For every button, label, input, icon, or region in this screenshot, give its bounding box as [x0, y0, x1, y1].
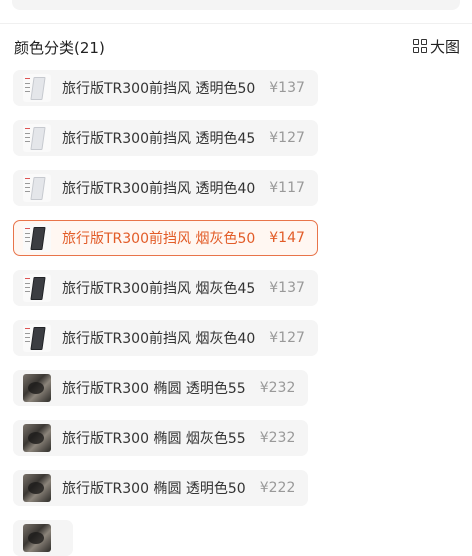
- color-option[interactable]: 旅行版TR300 椭圆 烟灰色55 ¥232: [13, 420, 309, 456]
- option-price: ¥232: [259, 430, 296, 446]
- product-thumbnail: [23, 474, 51, 502]
- product-thumbnail: [23, 424, 51, 452]
- product-thumbnail: [23, 524, 51, 552]
- product-thumbnail: [23, 274, 51, 302]
- color-option[interactable]: 旅行版TR300前挡风 烟灰色40 ¥127: [13, 320, 318, 356]
- color-option[interactable]: 旅行版TR300前挡风 透明色40 ¥117: [13, 170, 318, 206]
- color-option[interactable]: 旅行版TR300前挡风 透明色45 ¥127: [13, 120, 318, 156]
- option-name: 旅行版TR300 椭圆 烟灰色55: [62, 431, 246, 447]
- color-option[interactable]: 旅行版TR300前挡风 烟灰色50 ¥147: [13, 220, 318, 256]
- section-divider: [0, 23, 472, 24]
- option-price: ¥127: [269, 130, 305, 146]
- option-price: ¥137: [269, 80, 305, 96]
- option-price: ¥232: [259, 380, 296, 396]
- big-view-toggle[interactable]: 大图: [412, 35, 460, 57]
- product-thumbnail: [23, 224, 51, 252]
- option-name: 旅行版TR300前挡风 烟灰色40: [62, 331, 256, 347]
- product-thumbnail: [23, 124, 51, 152]
- product-thumbnail: [23, 74, 51, 102]
- partial-color-option[interactable]: [13, 520, 73, 556]
- option-price: ¥147: [269, 230, 305, 246]
- option-name: 旅行版TR300 椭圆 透明色55: [62, 381, 246, 397]
- product-thumbnail: [23, 374, 51, 402]
- section-title: 颜色分类(21): [14, 39, 105, 57]
- option-name: 旅行版TR300前挡风 透明色50: [62, 81, 256, 97]
- option-name: 旅行版TR300前挡风 透明色40: [62, 181, 256, 197]
- option-name: 旅行版TR300前挡风 烟灰色50: [62, 231, 256, 247]
- option-name: 旅行版TR300 椭圆 透明色50: [62, 481, 246, 497]
- option-price: ¥117: [269, 180, 305, 196]
- color-option[interactable]: 旅行版TR300前挡风 透明色50 ¥137: [13, 70, 318, 106]
- previous-section-edge: [12, 0, 460, 10]
- option-price: ¥222: [259, 480, 296, 496]
- grid-icon: [412, 39, 427, 53]
- color-option[interactable]: 旅行版TR300 椭圆 透明色50 ¥222: [13, 470, 309, 506]
- product-thumbnail: [23, 324, 51, 352]
- option-name: 旅行版TR300前挡风 烟灰色45: [62, 281, 256, 297]
- color-option[interactable]: 旅行版TR300 椭圆 透明色55 ¥232: [13, 370, 309, 406]
- option-price: ¥127: [269, 330, 305, 346]
- option-price: ¥137: [269, 280, 305, 296]
- color-category-header: 颜色分类(21) 大图: [0, 28, 472, 64]
- color-option[interactable]: 旅行版TR300前挡风 烟灰色45 ¥137: [13, 270, 318, 306]
- product-thumbnail: [23, 174, 51, 202]
- option-name: 旅行版TR300前挡风 透明色45: [62, 131, 256, 147]
- big-view-label: 大图: [429, 37, 460, 56]
